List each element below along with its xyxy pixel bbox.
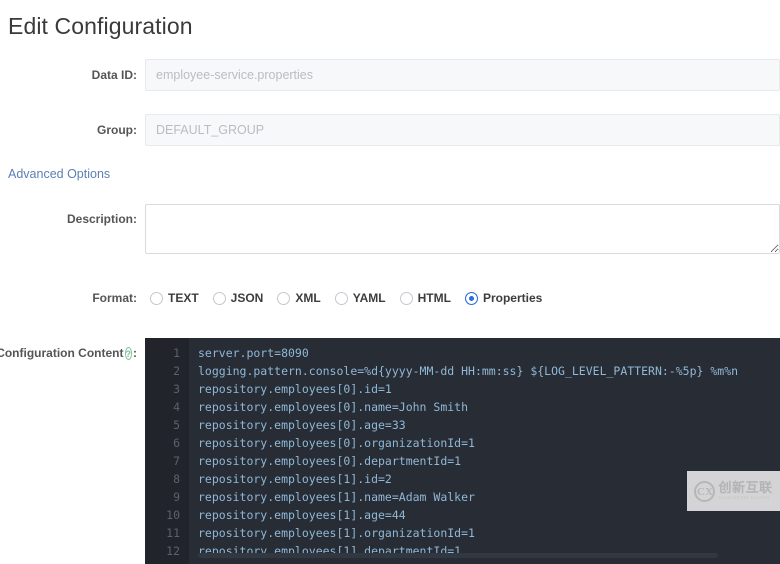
code-line-number: 7 (173, 454, 180, 468)
code-line-text: repository.employees[0].id=1 (198, 382, 392, 396)
code-line-text: repository.employees[1].organizationId=1 (198, 526, 475, 540)
configuration-content-control: 1 server.port=8090 2 logging.pattern.consol… (145, 338, 780, 564)
help-question-icon[interactable]: ? (124, 347, 132, 360)
code-line-text: server.port=8090 (198, 346, 309, 360)
description-label: Description: (66, 212, 137, 226)
format-radio-group: TEXT JSON XML YAML HTML Properties (145, 282, 780, 314)
format-control: TEXT JSON XML YAML HTML Properties (145, 282, 780, 314)
group-label: Group: (97, 123, 137, 137)
code-line-number: 2 (173, 364, 180, 378)
format-radio-text[interactable]: TEXT (150, 291, 199, 305)
form-row-configuration-content: Configuration Content ? : 1 server.port=8… (0, 338, 780, 564)
code-line-text: repository.employees[0].age=33 (198, 418, 406, 432)
code-line: 6 repository.employees[0].organizationId=… (145, 434, 780, 452)
code-line: 9 repository.employees[1].name=Adam Walke… (145, 488, 780, 506)
format-radio-html[interactable]: HTML (399, 291, 451, 305)
advanced-options-link[interactable]: Advanced Options (8, 166, 110, 182)
configuration-content-label-wrap: Configuration Content ? : (0, 338, 145, 362)
configuration-content-label: Configuration Content (0, 346, 124, 360)
group-control: DEFAULT_GROUP (145, 114, 780, 146)
code-line-number: 12 (166, 544, 180, 558)
form-row-description: Description: (0, 204, 780, 259)
format-radio-label: YAML (352, 291, 386, 305)
format-label: Format: (92, 291, 137, 305)
code-line-text: repository.employees[1].id=2 (198, 472, 392, 486)
configuration-content-colon: : (133, 346, 137, 360)
code-line-number: 3 (173, 382, 180, 396)
page-title: Edit Configuration (8, 13, 193, 39)
code-line: 4 repository.employees[0].name=John Smith (145, 398, 780, 416)
format-radio-label: XML (295, 291, 321, 305)
data-id-input[interactable]: employee-service.properties (145, 59, 780, 91)
radio-circle-icon (212, 291, 226, 305)
code-editor[interactable]: 1 server.port=8090 2 logging.pattern.consol… (145, 338, 780, 564)
code-line: 1 server.port=8090 (145, 344, 780, 362)
format-radio-yaml[interactable]: YAML (334, 291, 386, 305)
code-line-text: repository.employees[1].age=44 (198, 508, 406, 522)
format-radio-label: JSON (230, 291, 264, 305)
code-line-number: 6 (173, 436, 180, 450)
radio-circle-icon (399, 291, 413, 305)
code-line: 3 repository.employees[0].id=1 (145, 380, 780, 398)
editor-code-lines: 1 server.port=8090 2 logging.pattern.consol… (145, 338, 780, 560)
form-row-format: Format: TEXT JSON XML YAML HTML Properties (0, 282, 780, 314)
radio-circle-icon (464, 291, 478, 305)
code-line-number: 11 (166, 526, 180, 540)
description-textarea[interactable] (145, 204, 780, 254)
code-line: 11 repository.employees[1].organizationId… (145, 524, 780, 542)
code-line-text: repository.employees[0].name=John Smith (198, 400, 469, 414)
code-line-text: repository.employees[1].name=Adam Walker (198, 490, 475, 504)
code-line: 7 repository.employees[0].departmentId=1 (145, 452, 780, 470)
description-control (145, 204, 780, 259)
code-line-number: 1 (173, 346, 180, 360)
format-radio-xml[interactable]: XML (277, 291, 321, 305)
format-radio-label: HTML (417, 291, 451, 305)
code-line-number: 4 (173, 400, 180, 414)
editor-horizontal-scrollbar[interactable] (198, 553, 718, 558)
format-radio-json[interactable]: JSON (212, 291, 264, 305)
form-row-group: Group: DEFAULT_GROUP (0, 114, 780, 146)
code-line-number: 8 (173, 472, 180, 486)
format-radio-label: Properties (482, 291, 543, 305)
form-row-data-id: Data ID: employee-service.properties (0, 59, 780, 91)
code-line-text: repository.employees[0].organizationId=1 (198, 436, 475, 450)
group-input[interactable]: DEFAULT_GROUP (145, 114, 780, 146)
code-line-number: 10 (166, 508, 180, 522)
code-line: 5 repository.employees[0].age=33 (145, 416, 780, 434)
radio-circle-icon (150, 291, 163, 305)
code-line-number: 9 (173, 490, 180, 504)
radio-circle-icon (277, 291, 291, 305)
data-id-label: Data ID: (91, 68, 137, 82)
code-line: 10 repository.employees[1].age=44 (145, 506, 780, 524)
radio-circle-icon (334, 291, 348, 305)
data-id-control: employee-service.properties (145, 59, 780, 91)
format-radio-properties[interactable]: Properties (464, 291, 543, 305)
code-line-text: logging.pattern.console=%d{yyyy-MM-dd HH… (198, 364, 739, 378)
code-line: 2 logging.pattern.console=%d{yyyy-MM-dd H… (145, 362, 780, 380)
code-line-number: 5 (173, 418, 180, 432)
code-line: 8 repository.employees[1].id=2 (145, 470, 780, 488)
code-line-text: repository.employees[0].departmentId=1 (198, 454, 462, 468)
format-radio-label: TEXT (168, 291, 199, 305)
